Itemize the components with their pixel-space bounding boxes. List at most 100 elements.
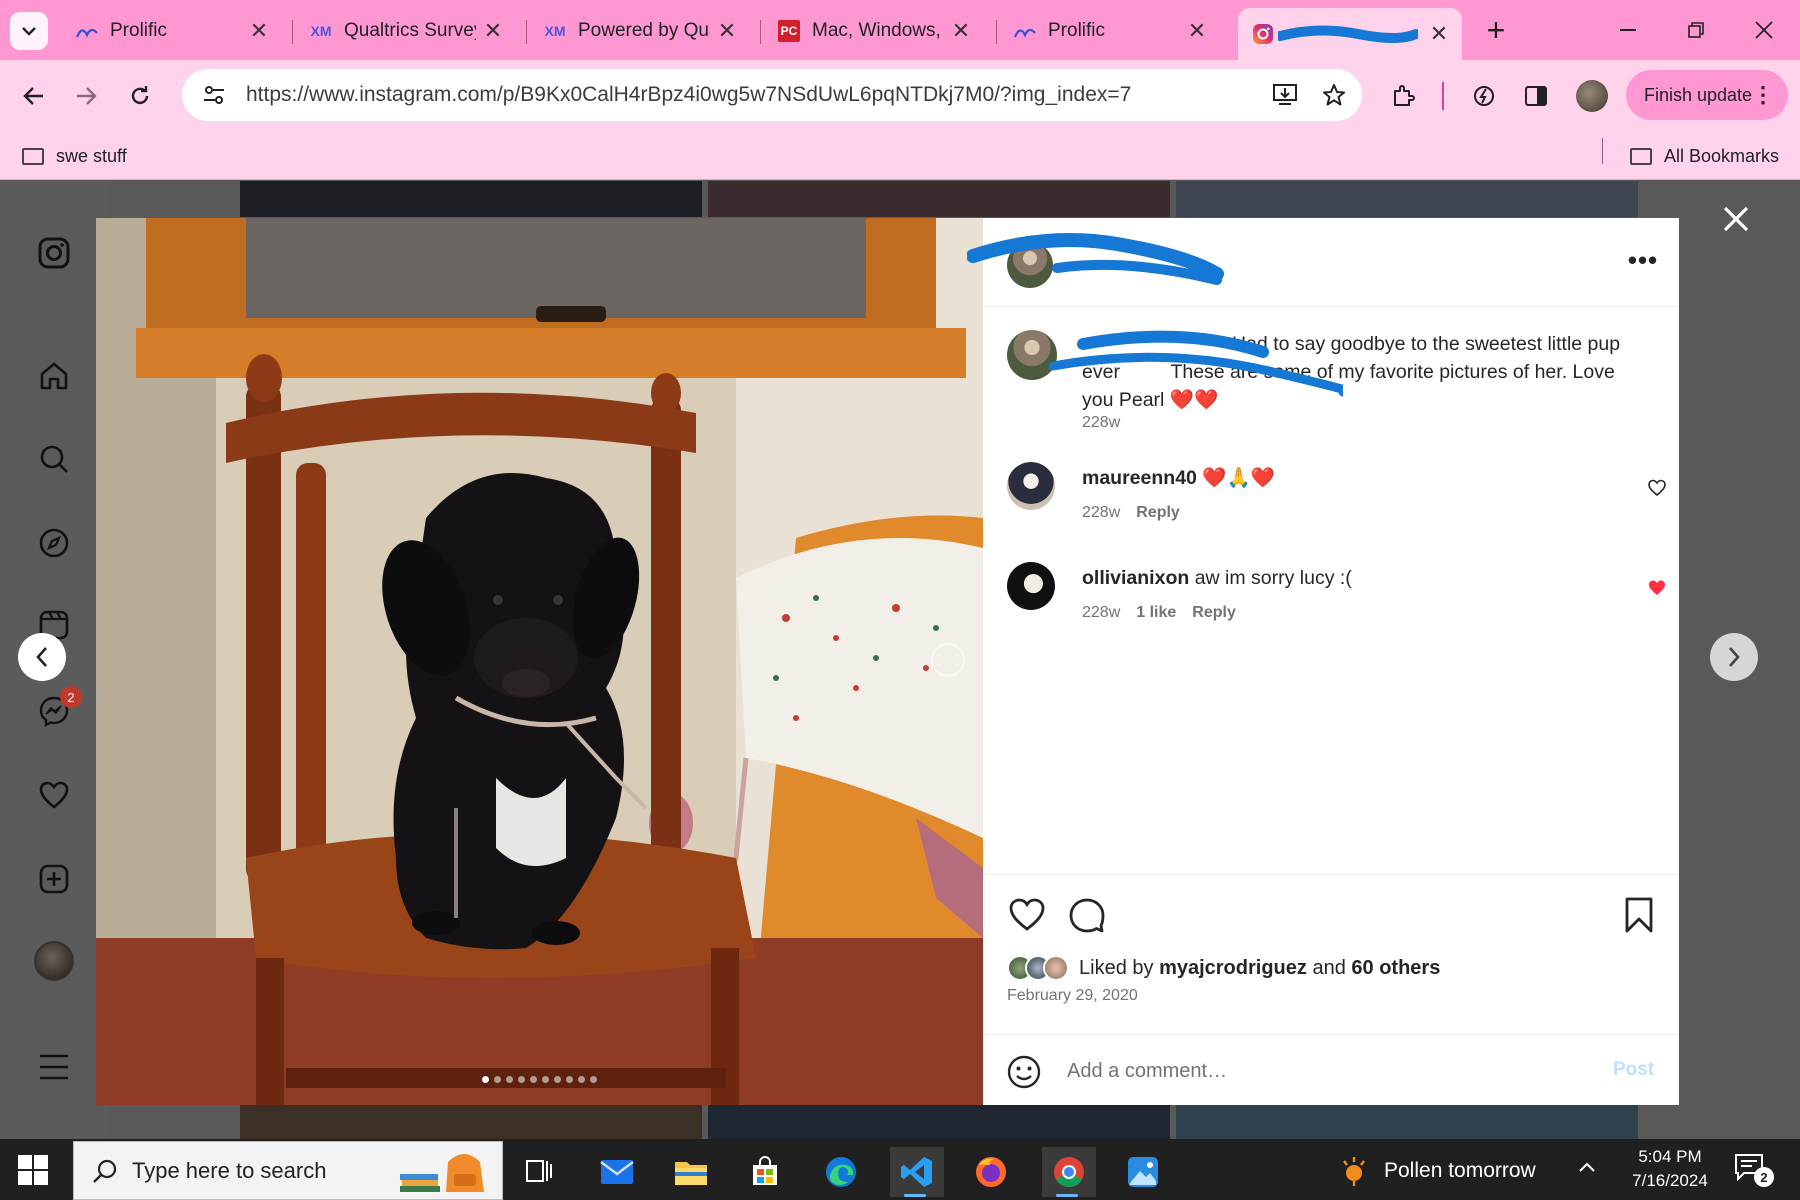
minimize-button[interactable] (1598, 8, 1658, 52)
performance-button[interactable] (1464, 76, 1504, 116)
tab-pcmag[interactable]: PC Mac, Windows, ( ✕ (764, 10, 984, 52)
extensions-button[interactable] (1383, 76, 1423, 116)
window-close-button[interactable] (1734, 8, 1794, 52)
firefox-icon[interactable] (966, 1147, 1016, 1197)
tab-powered-by-qualtrics[interactable]: XM Powered by Qua ✕ (530, 10, 750, 52)
system-clock[interactable]: 5:04 PM 7/16/2024 (1620, 1145, 1720, 1193)
all-bookmarks-button[interactable]: All Bookmarks (1630, 140, 1779, 172)
post-photo[interactable] (96, 218, 983, 1105)
comment-text: ollivianixon aw im sorry lucy :( (1082, 564, 1352, 592)
tab-title: Powered by Qua (578, 20, 710, 41)
menu-icon[interactable] (34, 1047, 74, 1087)
liked-by-others[interactable]: 60 others (1351, 957, 1440, 979)
tab-divider (760, 20, 761, 44)
profile-avatar[interactable] (1576, 80, 1608, 112)
notification-center[interactable]: 2 (1734, 1153, 1774, 1189)
tab-strip: Prolific ✕ XM Qualtrics Survey ✕ XM Powe… (0, 0, 1800, 60)
close-icon (1723, 206, 1749, 232)
finish-update-button[interactable]: Finish update ⋮ (1626, 70, 1788, 120)
redaction-scribble (1048, 330, 1343, 397)
reply-button[interactable]: Reply (1136, 504, 1180, 522)
back-button[interactable] (14, 76, 54, 116)
install-app-button[interactable] (1266, 75, 1306, 115)
url-text[interactable]: https://www.instagram.com/p/B9Kx0CalH4rB… (246, 83, 1266, 107)
close-icon[interactable]: ✕ (248, 18, 270, 44)
tab-instagram-active[interactable]: ✕ (1238, 8, 1462, 60)
new-tab-button[interactable]: + (1466, 8, 1526, 52)
tab-divider (292, 20, 293, 44)
tray-overflow-icon[interactable] (1578, 1153, 1596, 1179)
taskbar-search[interactable]: Type here to search (73, 1141, 503, 1200)
qualtrics-icon: XM (310, 23, 332, 39)
instagram-page: 2 ••• Had to say goodbye to the sweetest… (0, 181, 1800, 1139)
liked-by-and: and (1312, 956, 1346, 979)
edge-browser-icon[interactable] (816, 1147, 866, 1197)
windows-start-icon[interactable] (16, 1153, 50, 1187)
mail-icon[interactable] (592, 1147, 642, 1197)
bookmarks-divider (1602, 138, 1603, 164)
site-info-button[interactable] (190, 75, 238, 115)
search-icon[interactable] (34, 439, 74, 479)
liked-by-username[interactable]: myajcrodriguez (1159, 957, 1307, 979)
restore-button[interactable] (1666, 8, 1726, 52)
close-icon[interactable]: ✕ (482, 18, 504, 44)
chevron-left-icon (36, 647, 47, 667)
close-icon[interactable]: ✕ (716, 18, 738, 44)
previous-post-button[interactable] (18, 633, 66, 681)
commenter-avatar[interactable] (1007, 462, 1055, 510)
liked-by-row[interactable]: Liked by myajcrodriguez and 60 others (1007, 955, 1440, 981)
close-modal-button[interactable] (1716, 199, 1756, 239)
instagram-logo-icon[interactable] (34, 233, 74, 273)
photos-app-icon[interactable] (1118, 1147, 1168, 1197)
address-bar[interactable]: https://www.instagram.com/p/B9Kx0CalH4rB… (182, 69, 1362, 121)
heart-icon[interactable] (34, 775, 74, 815)
close-icon[interactable]: ✕ (950, 18, 972, 44)
post-comment-button[interactable]: Post (1613, 1059, 1654, 1081)
weather-widget[interactable]: Pollen tomorrow (1338, 1153, 1536, 1189)
explore-icon[interactable] (34, 523, 74, 563)
more-options-icon[interactable]: ••• (1623, 245, 1663, 275)
heart-outline-icon[interactable] (1647, 478, 1667, 498)
comment-text: maureenn40 ❤️🙏❤️ (1082, 464, 1275, 492)
tab-qualtrics-survey[interactable]: XM Qualtrics Survey ✕ (296, 10, 516, 52)
carousel-dot (506, 1076, 513, 1083)
like-heart-icon[interactable] (1007, 895, 1047, 935)
liked-by-text: Liked by myajcrodriguez and 60 others (1079, 957, 1440, 980)
comment-input[interactable] (1067, 1053, 1587, 1089)
close-icon[interactable]: ✕ (1428, 21, 1450, 47)
comment-username[interactable]: ollivianixon (1082, 567, 1189, 589)
microsoft-store-icon[interactable] (740, 1147, 790, 1197)
caption-time: 228w (1082, 414, 1121, 431)
next-post-button[interactable] (1710, 633, 1758, 681)
task-view-icon[interactable] (514, 1147, 564, 1197)
bookmark-icon[interactable] (1619, 895, 1659, 935)
bookmark-folder-swe-stuff[interactable]: swe stuff (22, 140, 127, 172)
reload-button[interactable] (120, 76, 160, 116)
commenter-avatar[interactable] (1007, 562, 1055, 610)
tab-divider (526, 20, 527, 44)
comment-bubble-icon[interactable] (1067, 895, 1107, 935)
comment-username[interactable]: maureenn40 (1082, 467, 1197, 489)
file-explorer-icon[interactable] (666, 1147, 716, 1197)
tab-prolific-2[interactable]: Prolific ✕ (1000, 10, 1220, 52)
forward-button[interactable] (66, 76, 106, 116)
close-icon[interactable]: ✕ (1186, 18, 1208, 44)
tab-title: Prolific (1048, 20, 1106, 41)
tab-search-button[interactable] (10, 12, 48, 50)
emoji-icon[interactable] (1007, 1055, 1041, 1089)
side-panel-button[interactable] (1516, 76, 1556, 116)
comment-item: maureenn40 ❤️🙏❤️ 228w Reply (983, 448, 1679, 538)
bookmark-star-button[interactable] (1314, 75, 1354, 115)
chrome-icon[interactable] (1042, 1147, 1096, 1197)
home-icon[interactable] (34, 356, 74, 396)
install-icon (1273, 84, 1297, 105)
heart-filled-icon[interactable] (1647, 578, 1667, 598)
reply-button[interactable]: Reply (1192, 604, 1236, 622)
vscode-icon[interactable] (890, 1147, 944, 1197)
prolific-icon (1014, 20, 1036, 42)
tab-prolific-1[interactable]: Prolific ✕ (62, 10, 282, 52)
profile-avatar[interactable] (34, 941, 74, 981)
comment-likes[interactable]: 1 like (1136, 604, 1176, 622)
comment-meta: 228w 1 like Reply (1082, 604, 1236, 622)
create-icon[interactable] (34, 859, 74, 899)
